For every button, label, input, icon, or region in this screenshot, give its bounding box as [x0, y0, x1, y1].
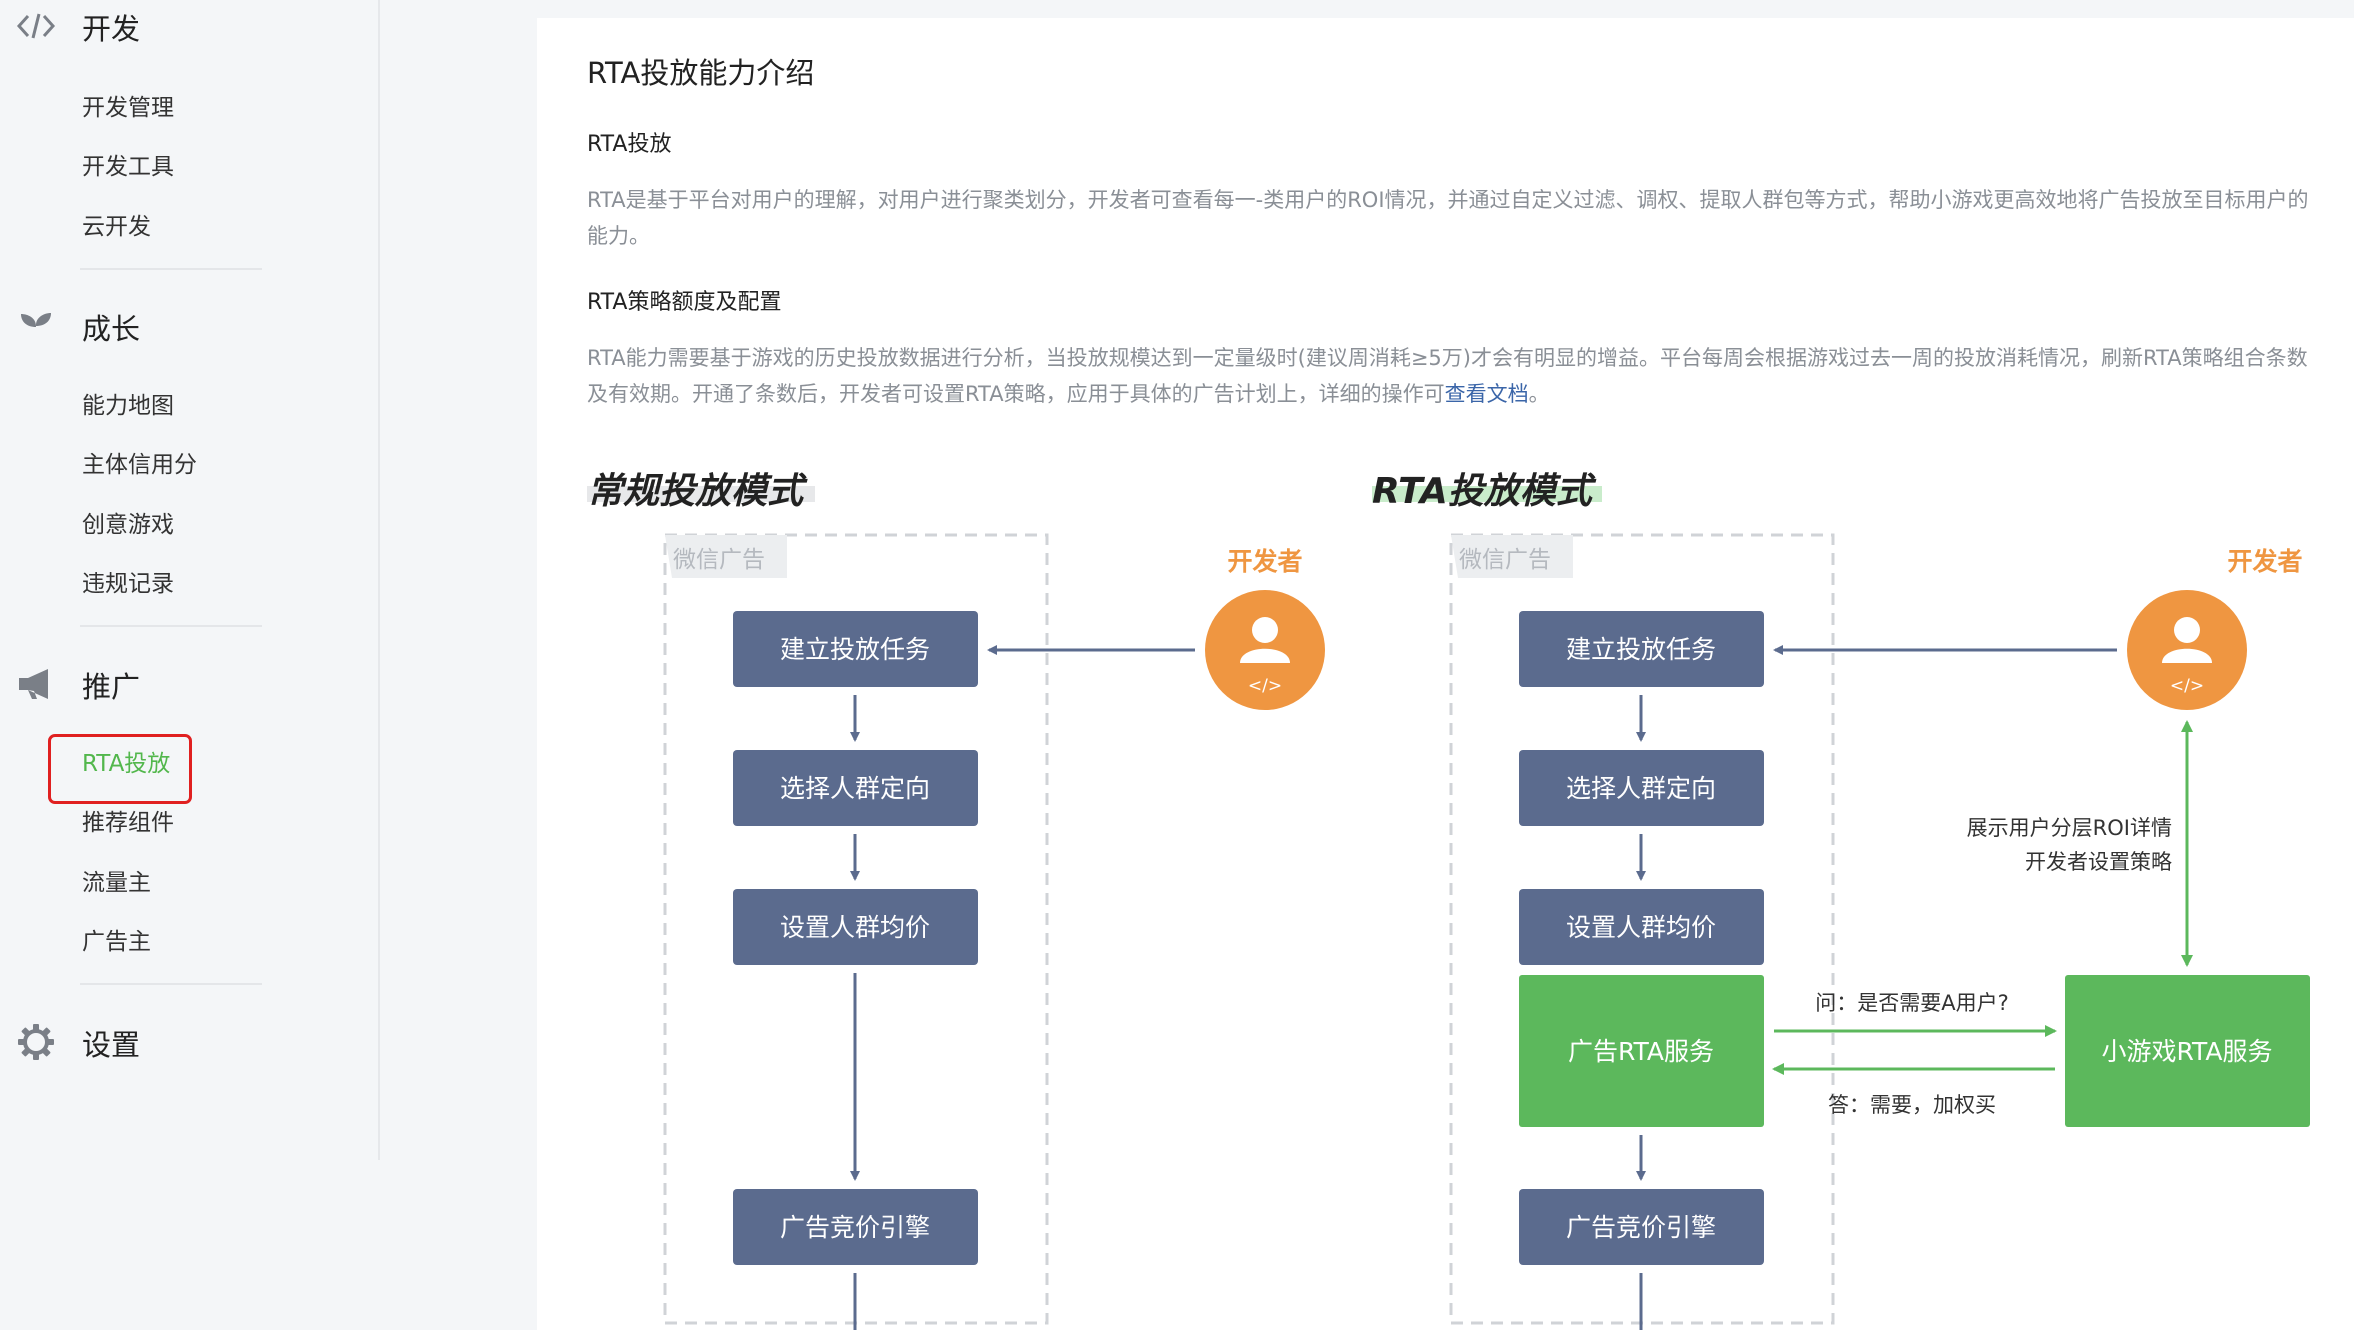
left-step-4: 广告竞价引擎	[733, 1189, 978, 1265]
sidebar: 开发 开发管理 开发工具 云开发 成长 能力地图 主体信用分 创意游戏 违规记录…	[0, 0, 380, 1160]
left-developer-label: 开发者	[1227, 547, 1302, 576]
section-title-dev: 开发	[82, 12, 141, 46]
sidebar-item-creative-games[interactable]: 创意游戏	[82, 509, 174, 541]
right-step-4: 广告竞价引擎	[1519, 1189, 1764, 1265]
right-step-1: 建立投放任务	[1519, 611, 1764, 687]
section-title-growth[interactable]: 成长	[82, 306, 140, 348]
divider	[80, 983, 262, 985]
right-developer-avatar-icon: </>	[2127, 590, 2247, 710]
svg-text:设置人群均价: 设置人群均价	[1566, 913, 1716, 942]
question-label: 问：是否需要A用户?	[1815, 991, 2009, 1015]
left-developer-avatar-icon: </>	[1205, 590, 1325, 710]
svg-text:选择人群定向: 选择人群定向	[780, 774, 930, 803]
left-container-label: 微信广告	[673, 547, 765, 573]
divider	[80, 625, 262, 627]
sidebar-item-recommend-widget[interactable]: 推荐组件	[82, 807, 174, 839]
svg-text:设置人群均价: 设置人群均价	[780, 913, 930, 942]
megaphone-icon	[16, 664, 56, 704]
divider	[80, 268, 262, 270]
sidebar-item-credit-score[interactable]: 主体信用分	[82, 449, 197, 481]
right-container-label: 微信广告	[1459, 547, 1551, 573]
right-developer-label: 开发者	[2227, 547, 2302, 576]
svg-text:选择人群定向: 选择人群定向	[1566, 774, 1716, 803]
right-rta-service: 广告RTA服务	[1519, 975, 1764, 1127]
content-panel: RTA投放能力介绍 RTA投放 RTA是基于平台对用户的理解，对用户进行聚类划分…	[537, 18, 2354, 1330]
sidebar-item-traffic-owner[interactable]: 流量主	[82, 867, 151, 899]
svg-text:</>: </>	[1248, 676, 1282, 696]
svg-text:建立投放任务: 建立投放任务	[1566, 635, 1716, 664]
left-diagram-title: 常规投放模式	[587, 471, 808, 512]
left-step-3: 设置人群均价	[733, 889, 978, 965]
sidebar-item-rta[interactable]: RTA投放	[82, 748, 170, 780]
svg-text:广告RTA服务: 广告RTA服务	[1568, 1037, 1714, 1066]
roi-label-line1: 展示用户分层ROI详情	[1967, 816, 2172, 840]
sidebar-item-ability-map[interactable]: 能力地图	[82, 390, 174, 422]
right-step-3: 设置人群均价	[1519, 889, 1764, 965]
right-diagram-title: RTA投放模式	[1372, 471, 1597, 512]
sidebar-item-dev-manage[interactable]: 开发管理	[82, 92, 174, 124]
gear-icon	[16, 1022, 56, 1062]
svg-text:建立投放任务: 建立投放任务	[780, 635, 930, 664]
svg-text:小游戏RTA服务: 小游戏RTA服务	[2102, 1037, 2273, 1066]
left-step-2: 选择人群定向	[733, 750, 978, 826]
sidebar-item-advertiser[interactable]: 广告主	[82, 926, 151, 958]
sprout-icon	[16, 306, 56, 346]
roi-label-line2: 开发者设置策略	[2025, 850, 2172, 874]
game-rta-service: 小游戏RTA服务	[2065, 975, 2310, 1127]
answer-label: 答：需要，加权买	[1828, 1093, 1996, 1117]
svg-text:广告竞价引擎: 广告竞价引擎	[780, 1213, 930, 1242]
right-step-2: 选择人群定向	[1519, 750, 1764, 826]
sidebar-item-dev-tools[interactable]: 开发工具	[82, 151, 174, 183]
left-step-1: 建立投放任务	[733, 611, 978, 687]
sidebar-item-violations[interactable]: 违规记录	[82, 568, 174, 600]
section-title-promotion[interactable]: 推广	[82, 664, 140, 706]
sidebar-item-cloud-dev[interactable]: 云开发	[82, 211, 151, 243]
flow-diagram: 常规投放模式 微信广告 建立投放任务 选择人群定向 设置人群均价 广告竞价引擎 …	[587, 471, 2310, 1330]
code-icon	[16, 6, 56, 46]
svg-text:</>: </>	[2170, 676, 2204, 696]
svg-text:广告竞价引擎: 广告竞价引擎	[1566, 1213, 1716, 1242]
section-title-settings[interactable]: 设置	[82, 1022, 140, 1064]
